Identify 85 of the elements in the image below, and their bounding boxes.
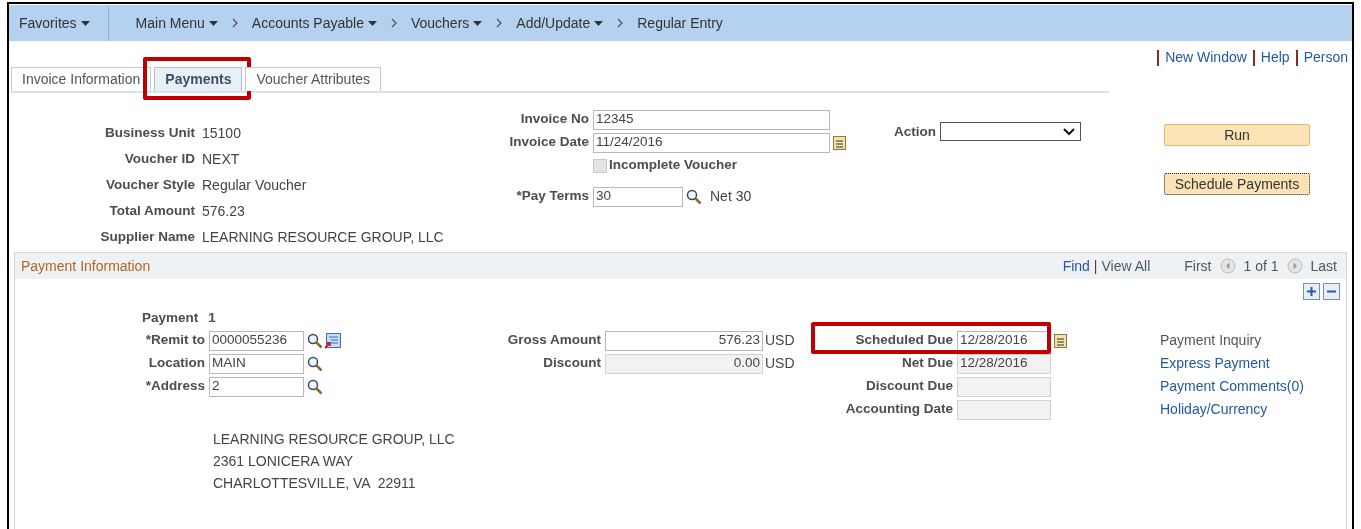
chevron-right-icon bbox=[390, 18, 397, 28]
field-label: Location bbox=[147, 354, 205, 373]
field-value: 576.23 bbox=[202, 201, 245, 221]
field-label: Supplier Name bbox=[99, 227, 195, 246]
payment-link[interactable]: Express Payment bbox=[1160, 352, 1304, 375]
view-all-link[interactable]: View All bbox=[1101, 255, 1151, 277]
field-value: Regular Voucher bbox=[202, 175, 307, 195]
input-field[interactable]: 11/24/2016 bbox=[593, 132, 830, 153]
tab[interactable]: Payments bbox=[154, 67, 243, 91]
calendar-icon[interactable] bbox=[833, 135, 846, 150]
field-label: Discount Due bbox=[865, 377, 953, 396]
last-link[interactable]: Last bbox=[1310, 255, 1337, 277]
detail-icon[interactable] bbox=[324, 332, 341, 349]
link-separator: | bbox=[1093, 256, 1098, 276]
action-dropdown[interactable] bbox=[940, 122, 1081, 141]
input-field: 12/28/2016 bbox=[957, 353, 1051, 374]
field-label: Action bbox=[894, 123, 936, 141]
chevron-right-icon bbox=[496, 18, 503, 28]
input-field[interactable]: 0000055236 bbox=[209, 330, 304, 351]
field-label: Invoice No bbox=[519, 110, 589, 129]
find-link[interactable]: Find bbox=[1062, 255, 1090, 277]
input-field[interactable]: 576.23 bbox=[605, 330, 763, 351]
checkbox-label: Incomplete Voucher bbox=[609, 156, 738, 175]
field-value: 15100 bbox=[202, 123, 241, 143]
menu-item[interactable]: Favorites bbox=[19, 12, 90, 34]
caret-icon bbox=[594, 20, 604, 26]
payment-link[interactable]: Payment Comments(0) bbox=[1160, 375, 1304, 398]
menu-item[interactable]: Accounts Payable bbox=[251, 12, 377, 34]
field-label: Discount bbox=[542, 354, 601, 373]
chevron-down-icon bbox=[1063, 127, 1075, 136]
caret-icon bbox=[80, 20, 90, 26]
field-label: Invoice Date bbox=[508, 133, 589, 152]
field-value: LEARNING RESOURCE GROUP, LLC bbox=[202, 227, 444, 247]
remove-icon[interactable] bbox=[1323, 283, 1340, 300]
menu-item[interactable]: Vouchers bbox=[410, 12, 483, 34]
currency-code: USD bbox=[765, 354, 795, 373]
field-description: Net 30 bbox=[710, 187, 752, 206]
header-link[interactable]: New Window bbox=[1165, 47, 1247, 68]
caret-icon bbox=[208, 20, 218, 26]
field-value: NEXT bbox=[202, 149, 240, 169]
header-link[interactable]: Help bbox=[1260, 47, 1290, 68]
action-button[interactable]: Schedule Payments bbox=[1164, 173, 1310, 195]
field-label: Total Amount bbox=[108, 201, 195, 220]
input-field: 0.00 bbox=[605, 353, 763, 374]
field-label: Scheduled Due bbox=[854, 331, 953, 350]
input-field[interactable]: MAIN bbox=[209, 353, 304, 374]
action-button[interactable]: Run bbox=[1164, 124, 1310, 146]
field-label: Gross Amount bbox=[506, 331, 601, 350]
search-icon[interactable] bbox=[686, 188, 702, 205]
field-label: Net Due bbox=[901, 354, 953, 373]
first-link[interactable]: First bbox=[1184, 255, 1212, 277]
address-line: 2361 LONICERA WAY bbox=[213, 452, 354, 471]
caret-icon bbox=[473, 20, 483, 26]
search-icon[interactable] bbox=[307, 355, 323, 372]
menu-item[interactable]: Regular Entry bbox=[637, 12, 723, 34]
header-link[interactable]: Person bbox=[1303, 47, 1348, 68]
page-count: 1 of 1 bbox=[1243, 256, 1279, 276]
field-label: Business Unit bbox=[103, 123, 195, 142]
caret-icon bbox=[367, 20, 377, 26]
input-field[interactable]: 30 bbox=[593, 186, 683, 207]
field-label: *Remit to bbox=[144, 331, 205, 350]
calendar-icon[interactable] bbox=[1054, 333, 1067, 348]
payment-label: Payment bbox=[142, 308, 199, 327]
currency-code: USD bbox=[765, 331, 795, 350]
input-field[interactable]: 12345 bbox=[593, 109, 830, 130]
payment-link[interactable]: Holiday/Currency bbox=[1160, 398, 1304, 421]
chevron-right-icon bbox=[231, 18, 238, 28]
menu-item[interactable]: Add/Update bbox=[516, 12, 604, 34]
panel-title: Payment Information bbox=[21, 256, 151, 276]
tab[interactable]: Invoice Information bbox=[11, 67, 152, 91]
menu-item[interactable]: Main Menu bbox=[135, 12, 218, 34]
field-label: Voucher ID bbox=[123, 149, 195, 168]
chevron-right-icon bbox=[617, 18, 624, 28]
payment-number: 1 bbox=[208, 308, 216, 327]
field-label: *Address bbox=[144, 377, 205, 396]
search-icon[interactable] bbox=[307, 378, 323, 395]
field-label: Voucher Style bbox=[104, 175, 195, 194]
tab[interactable]: Voucher Attributes bbox=[245, 67, 382, 91]
search-icon[interactable] bbox=[307, 332, 323, 349]
input-field[interactable]: 2 bbox=[209, 376, 304, 397]
add-icon[interactable] bbox=[1303, 283, 1320, 300]
field-label: *Pay Terms bbox=[515, 187, 589, 206]
address-line: CHARLOTTESVILLE, VA 22911 bbox=[213, 474, 416, 493]
address-line: LEARNING RESOURCE GROUP, LLC bbox=[213, 430, 455, 449]
field-label: Accounting Date bbox=[844, 400, 953, 419]
